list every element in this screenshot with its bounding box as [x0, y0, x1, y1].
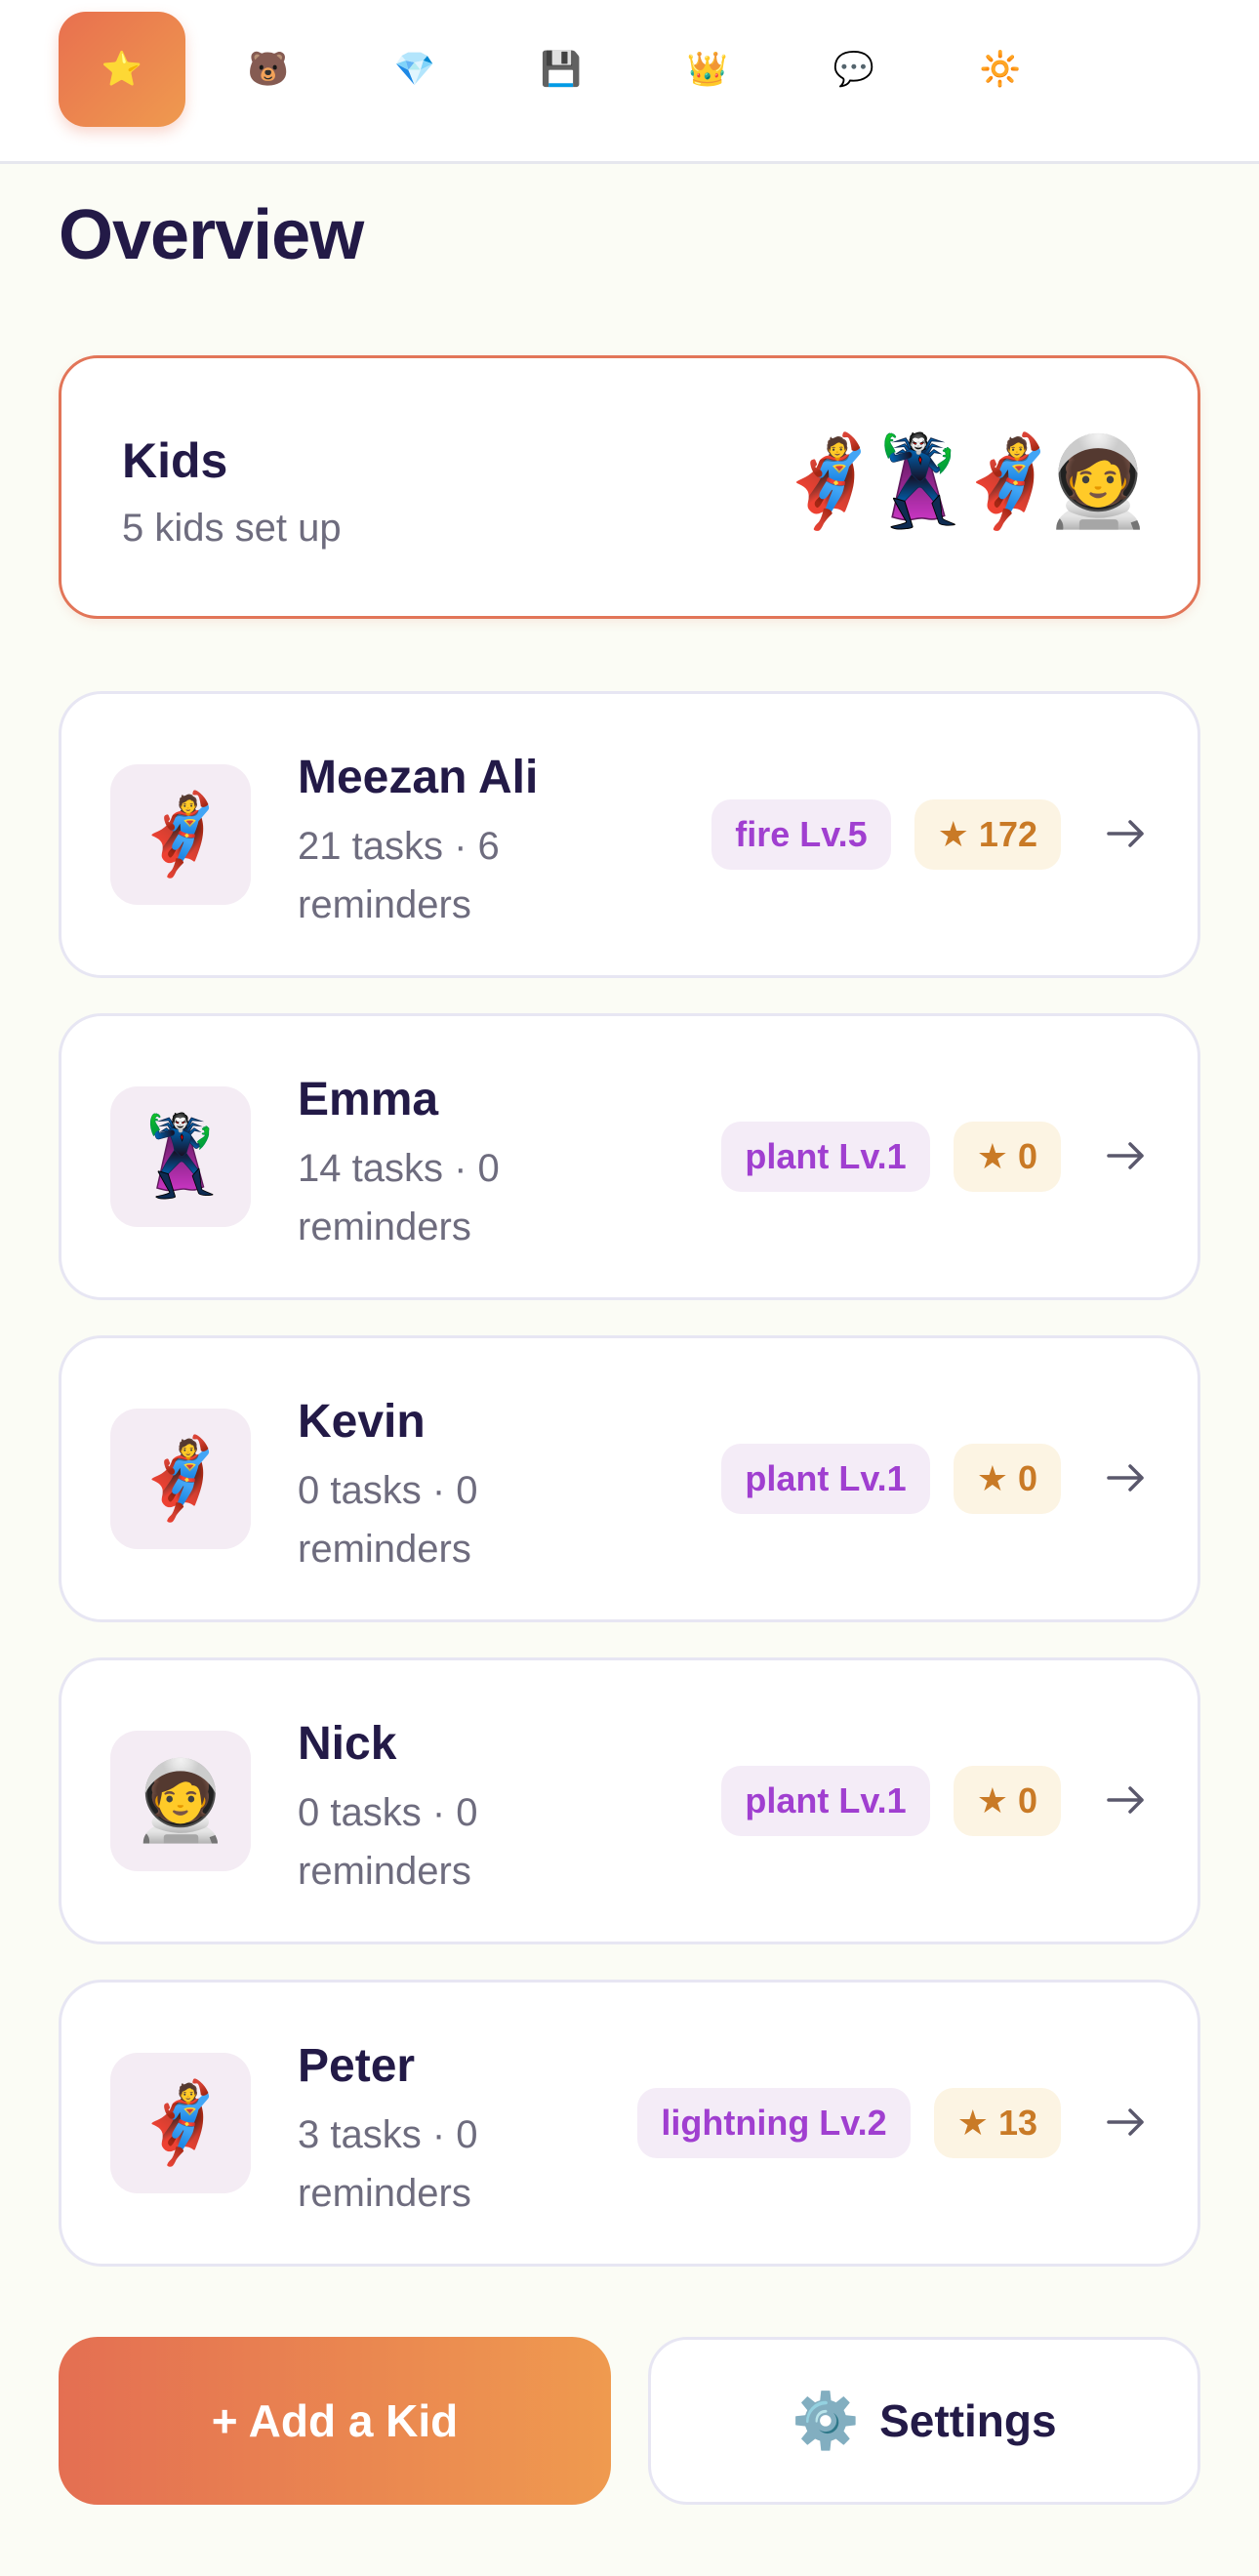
- star-count-badge: ★ 0: [953, 1122, 1061, 1192]
- arrow-right-icon[interactable]: [1102, 1131, 1151, 1180]
- kid-name: Peter: [298, 2040, 416, 2092]
- sparkle-badge-icon: 🔆: [979, 51, 1022, 88]
- star-count-badge: ★ 13: [933, 2088, 1061, 2158]
- avatar: 🧑‍🚀: [1043, 433, 1154, 531]
- kid-avatar: 🦸: [110, 1409, 251, 1549]
- star-count: 0: [1017, 1458, 1037, 1498]
- tab-gem[interactable]: 💎: [351, 12, 478, 127]
- kid-card[interactable]: 🦹 Emma 14 tasks · 0 reminders plant Lv.1…: [59, 1013, 1200, 1300]
- kid-name: Kevin: [298, 1396, 426, 1448]
- crown-icon: 👑: [686, 51, 729, 88]
- kid-avatar: 🦸: [110, 764, 251, 905]
- star-icon: ★: [976, 1780, 1008, 1820]
- chat-bubble-icon: 💬: [833, 51, 875, 88]
- kid-card[interactable]: 🧑‍🚀 Nick 0 tasks · 0 reminders plant Lv.…: [59, 1657, 1200, 1944]
- top-nav-bar: ⭐ 🐻 💎 💾 👑 💬 🔆: [0, 0, 1259, 164]
- star-count: 172: [978, 814, 1037, 854]
- pet-level-badge: plant Lv.1: [721, 1766, 930, 1836]
- add-kid-button[interactable]: + Add a Kid: [59, 2337, 611, 2505]
- gem-icon: 💎: [393, 51, 436, 88]
- kid-badges: plant Lv.1 ★ 0: [721, 1766, 1061, 1836]
- avatar: 🦹: [864, 433, 974, 531]
- arrow-right-icon[interactable]: [1102, 809, 1151, 858]
- kid-name: Emma: [298, 1074, 439, 1125]
- kid-name: Nick: [298, 1718, 397, 1770]
- kids-summary-card[interactable]: Kids 5 kids set up 🦸 🦹 🦸 🧑‍🚀: [59, 355, 1200, 619]
- settings-button[interactable]: ⚙️ Settings: [648, 2337, 1200, 2505]
- star-count-badge: ★ 0: [953, 1444, 1061, 1514]
- gear-icon: ⚙️: [792, 2390, 861, 2451]
- tab-chat[interactable]: 💬: [791, 12, 917, 127]
- bear-icon: 🐻: [247, 51, 290, 88]
- kid-badges: plant Lv.1 ★ 0: [721, 1444, 1061, 1514]
- pet-level-badge: plant Lv.1: [721, 1444, 930, 1514]
- kid-card[interactable]: 🦸 Peter 3 tasks · 0 reminders lightning …: [59, 1980, 1200, 2267]
- kid-avatar: 🦸: [110, 2053, 251, 2193]
- pet-level-badge: lightning Lv.2: [637, 2088, 911, 2158]
- tab-floppy-disk[interactable]: 💾: [498, 12, 625, 127]
- kid-badges: lightning Lv.2 ★ 13: [637, 2088, 1061, 2158]
- tab-badge[interactable]: 🔆: [937, 12, 1064, 127]
- tab-star[interactable]: ⭐: [59, 12, 185, 127]
- star-count-badge: ★ 0: [953, 1766, 1061, 1836]
- star-icon: ⭐: [101, 51, 143, 88]
- star-count: 0: [1017, 1136, 1037, 1176]
- kid-task-summary: 3 tasks · 0 reminders: [298, 2113, 478, 2215]
- tab-crown[interactable]: 👑: [644, 12, 771, 127]
- kid-card[interactable]: 🦸 Kevin 0 tasks · 0 reminders plant Lv.1…: [59, 1335, 1200, 1622]
- kid-task-summary: 0 tasks · 0 reminders: [298, 1469, 478, 1571]
- arrow-right-icon[interactable]: [1102, 2098, 1151, 2147]
- kid-card[interactable]: 🦸 Meezan Ali 21 tasks · 6 reminders fire…: [59, 691, 1200, 978]
- summary-avatar-stack: 🦸 🦹 🦸 🧑‍🚀: [774, 433, 1154, 531]
- summary-title: Kids: [122, 433, 228, 488]
- page-title: Overview: [59, 196, 364, 274]
- kid-task-summary: 0 tasks · 0 reminders: [298, 1791, 478, 1893]
- star-icon: ★: [976, 1136, 1008, 1176]
- kid-task-summary: 21 tasks · 6 reminders: [298, 825, 500, 926]
- avatar: 🦸: [774, 433, 884, 531]
- floppy-disk-icon: 💾: [540, 51, 583, 88]
- tab-bear[interactable]: 🐻: [205, 12, 332, 127]
- kid-badges: fire Lv.5 ★ 172: [711, 799, 1061, 870]
- kid-avatar: 🧑‍🚀: [110, 1731, 251, 1871]
- summary-subtitle: 5 kids set up: [122, 507, 342, 550]
- star-count-badge: ★ 172: [914, 799, 1061, 870]
- kid-task-summary: 14 tasks · 0 reminders: [298, 1147, 500, 1248]
- star-icon: ★: [976, 1458, 1008, 1498]
- star-count: 0: [1017, 1780, 1037, 1820]
- pet-level-badge: plant Lv.1: [721, 1122, 930, 1192]
- settings-label: Settings: [879, 2395, 1057, 2446]
- star-icon: ★: [956, 2103, 989, 2143]
- avatar: 🦸: [954, 433, 1064, 531]
- star-count: 13: [997, 2103, 1037, 2143]
- pet-level-badge: fire Lv.5: [711, 799, 891, 870]
- kid-name: Meezan Ali: [298, 752, 539, 803]
- arrow-right-icon[interactable]: [1102, 1776, 1151, 1824]
- arrow-right-icon[interactable]: [1102, 1453, 1151, 1502]
- kid-avatar: 🦹: [110, 1086, 251, 1227]
- kid-badges: plant Lv.1 ★ 0: [721, 1122, 1061, 1192]
- star-icon: ★: [937, 814, 969, 854]
